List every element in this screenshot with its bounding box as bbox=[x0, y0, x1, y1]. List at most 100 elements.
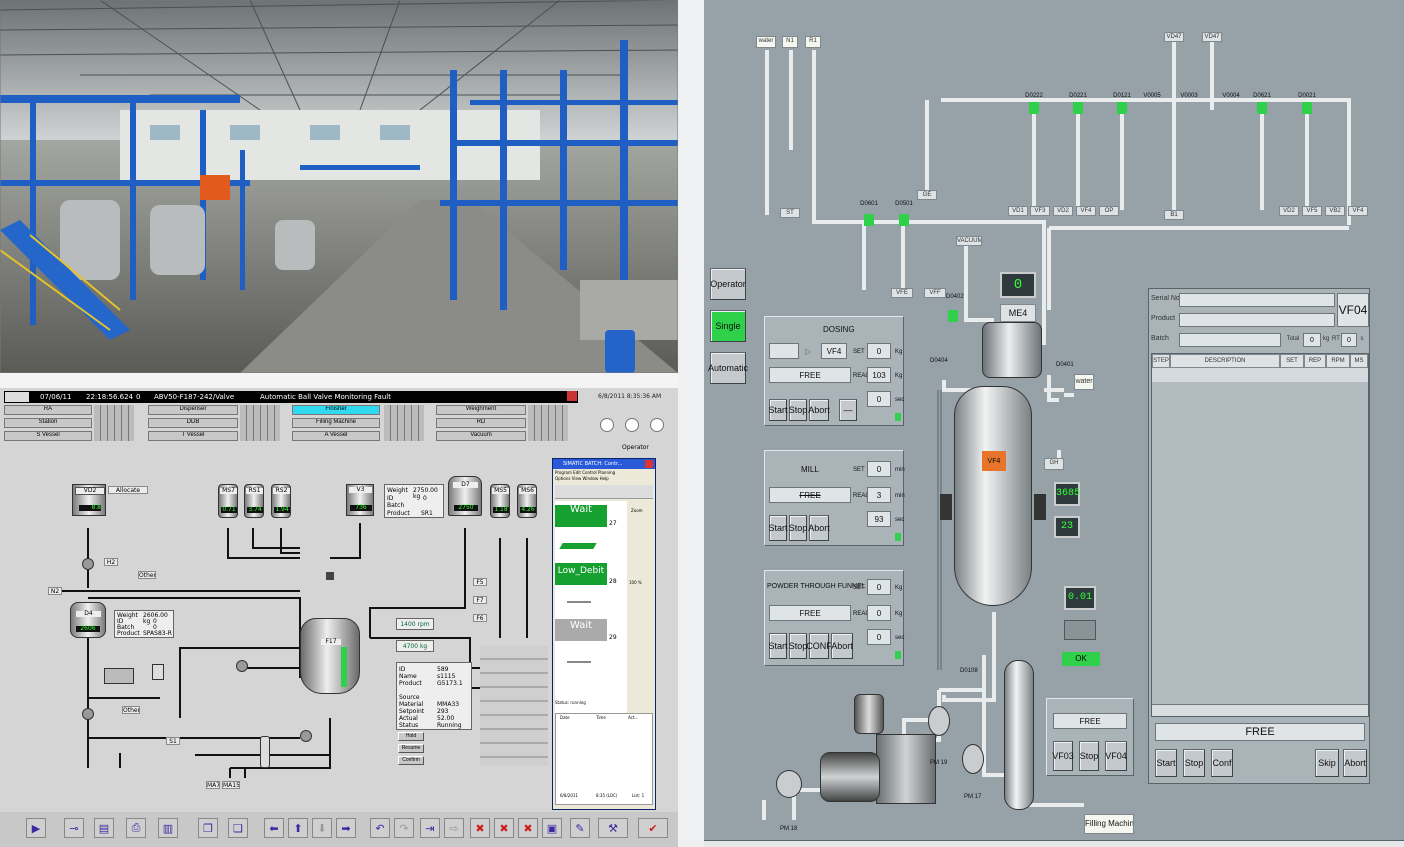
valve-d0221[interactable]: D0221 bbox=[1063, 92, 1093, 122]
horizontal-scrollbar[interactable] bbox=[1152, 704, 1368, 716]
valve-d0621[interactable]: D0621 bbox=[1247, 92, 1277, 122]
gh-tag[interactable]: GH bbox=[1044, 458, 1064, 470]
mill-unit[interactable] bbox=[104, 668, 134, 684]
copy-icon[interactable]: ❐ bbox=[198, 818, 218, 838]
mill-set-field[interactable]: 0 bbox=[867, 461, 891, 477]
print-icon[interactable]: ⎙ bbox=[126, 818, 146, 838]
tag-vf4[interactable]: VF4 bbox=[1076, 206, 1096, 216]
agitator-motor[interactable] bbox=[326, 572, 334, 580]
single-button[interactable]: Single bbox=[710, 310, 746, 342]
recipe-step-table[interactable]: STEP DESCRIPTION SET REP RPM MS bbox=[1151, 353, 1369, 717]
alarm-clear-icon[interactable]: ✖ bbox=[518, 818, 538, 838]
tank-d4[interactable]: D4 2606 bbox=[70, 602, 106, 638]
ok-indicator[interactable]: OK bbox=[1062, 652, 1100, 666]
nav-station[interactable]: Station bbox=[4, 418, 92, 428]
mill-motor[interactable] bbox=[876, 734, 936, 804]
recipe-stop-button[interactable]: Stop bbox=[1183, 749, 1205, 777]
pump-icon[interactable] bbox=[82, 708, 94, 720]
table-row[interactable] bbox=[1152, 368, 1368, 382]
tag-b1[interactable]: B1 bbox=[1164, 210, 1184, 220]
tank-rs1[interactable]: RS1 3.74 bbox=[244, 484, 264, 518]
mill-abort-button[interactable]: Abort bbox=[808, 515, 830, 541]
valve-v0003[interactable]: V0003 bbox=[1174, 92, 1204, 122]
nav-filling-machine[interactable]: Filling Machine bbox=[292, 418, 380, 428]
nav-rd[interactable]: RD bbox=[436, 418, 526, 428]
dosing-abort-button[interactable]: Abort bbox=[808, 399, 830, 421]
agitator-motor[interactable] bbox=[982, 322, 1042, 378]
dosing-stop-button[interactable]: Stop bbox=[789, 399, 807, 421]
tank-d7[interactable]: D7 2750 bbox=[448, 476, 482, 516]
scale-icon[interactable] bbox=[1064, 620, 1096, 640]
taskbar[interactable] bbox=[704, 840, 1404, 847]
valve-d0021[interactable]: D0021 bbox=[1292, 92, 1322, 122]
tag-vfe[interactable]: VFE bbox=[891, 288, 913, 298]
pump-icon[interactable] bbox=[236, 660, 248, 672]
tag-water[interactable]: water bbox=[756, 36, 776, 48]
powder-conf-button[interactable]: CONF bbox=[806, 633, 832, 659]
tag-n1[interactable]: N1 bbox=[782, 36, 798, 48]
tool-icon[interactable]: ⚒ bbox=[598, 818, 628, 838]
tank-rs2[interactable]: RS2 1.94 bbox=[271, 484, 291, 518]
tag-vff[interactable]: VFF bbox=[924, 288, 946, 298]
tag-vd2-right[interactable]: VD2 bbox=[1279, 206, 1299, 216]
filter-column[interactable] bbox=[1004, 660, 1034, 810]
nav-t-vessel[interactable]: T Vessel bbox=[148, 431, 238, 441]
pump-pm17[interactable] bbox=[962, 744, 984, 774]
play-icon[interactable]: ▶ bbox=[26, 818, 46, 838]
undo-icon[interactable]: ↶ bbox=[370, 818, 390, 838]
tag-vd47-1[interactable]: VD47 bbox=[1164, 32, 1184, 42]
nav-dispenser[interactable]: Dispenser bbox=[148, 405, 238, 415]
indicator-light[interactable] bbox=[625, 418, 639, 432]
automatic-button[interactable]: Automatic bbox=[708, 352, 748, 384]
confirm-button[interactable]: Confirm bbox=[398, 756, 424, 765]
tank-ms7[interactable]: MS7 0.71 bbox=[218, 484, 238, 518]
redo-icon[interactable]: ↷ bbox=[394, 818, 414, 838]
nav-ra[interactable]: RA bbox=[4, 405, 92, 415]
valve-d0402[interactable] bbox=[948, 310, 958, 322]
sfc-step-low-debit[interactable]: Low_Debit bbox=[555, 563, 607, 585]
powder-stop-button[interactable]: Stop bbox=[789, 633, 807, 659]
pump-icon[interactable] bbox=[82, 558, 94, 570]
arrow-down-icon[interactable]: ⬇ bbox=[312, 818, 332, 838]
sfc-step-wait[interactable]: Wait bbox=[555, 505, 607, 527]
dosing-set-field[interactable]: 0 bbox=[867, 343, 891, 359]
tag-ge[interactable]: GE bbox=[917, 190, 937, 200]
water-tag[interactable]: water bbox=[1074, 374, 1094, 390]
tag-vf5[interactable]: VF5 bbox=[1302, 206, 1322, 216]
tank-ms5[interactable]: MS5 1.18 bbox=[490, 484, 510, 518]
indicator-light[interactable] bbox=[600, 418, 614, 432]
close-icon[interactable] bbox=[645, 460, 653, 468]
tag-st[interactable]: ST bbox=[780, 208, 800, 218]
nav-a-vessel[interactable]: A Vessel bbox=[292, 431, 380, 441]
mill-start-button[interactable]: Start bbox=[769, 515, 788, 541]
nav-finisher[interactable]: Finisher bbox=[292, 405, 380, 415]
fan-motor[interactable] bbox=[854, 694, 884, 734]
reactor-f17[interactable]: F17 bbox=[300, 618, 360, 694]
arrow-right-icon[interactable]: ➡ bbox=[336, 818, 356, 838]
indicator-light[interactable] bbox=[650, 418, 664, 432]
sfc-transition[interactable] bbox=[559, 543, 597, 549]
recipe-start-button[interactable]: Start bbox=[1155, 749, 1177, 777]
serial-no-field[interactable] bbox=[1179, 293, 1335, 307]
valve-d0121[interactable]: D0121 bbox=[1107, 92, 1137, 122]
operator-button[interactable]: Operator bbox=[710, 268, 746, 300]
paste-icon[interactable]: ❏ bbox=[228, 818, 248, 838]
pump-pm18[interactable] bbox=[776, 770, 802, 798]
recipe-abort-button[interactable]: Abort bbox=[1343, 749, 1367, 777]
mill-stop-button[interactable]: Stop bbox=[789, 515, 807, 541]
vf03-button[interactable]: VF03 bbox=[1052, 741, 1074, 771]
tag-vd47-2[interactable]: VD47 bbox=[1202, 32, 1222, 42]
valve-d0601[interactable]: D0601 bbox=[854, 200, 884, 230]
pen-icon[interactable]: ✎ bbox=[570, 818, 590, 838]
pump-icon[interactable] bbox=[300, 730, 312, 742]
nav-ddb[interactable]: DDB bbox=[148, 418, 238, 428]
tag-r1[interactable]: R1 bbox=[805, 36, 821, 48]
dosing-vf-field[interactable]: VF4 bbox=[821, 343, 847, 359]
filter-vessel[interactable] bbox=[260, 736, 270, 768]
key-icon[interactable]: ⊸ bbox=[64, 818, 84, 838]
vf04-button[interactable]: VF04 bbox=[1105, 741, 1127, 771]
monitor-icon[interactable]: ▣ bbox=[542, 818, 562, 838]
nav-weighment[interactable]: Weighment bbox=[436, 405, 526, 415]
sfc-step-wait-2[interactable]: Wait bbox=[555, 619, 607, 641]
arrow-up-icon[interactable]: ⬆ bbox=[288, 818, 308, 838]
